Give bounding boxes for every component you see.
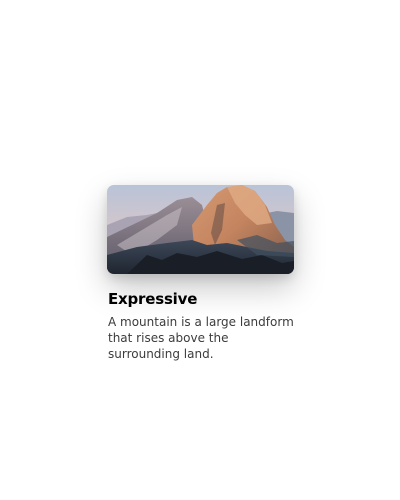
page: Expressive A mountain is a large landfor… xyxy=(0,0,400,500)
card-description: A mountain is a large landform that rise… xyxy=(108,315,294,361)
expressive-card[interactable]: Expressive A mountain is a large landfor… xyxy=(107,185,294,362)
card-title: Expressive xyxy=(108,290,198,308)
card-image-mountain-photo xyxy=(107,185,294,274)
mountain-illustration xyxy=(107,185,294,274)
